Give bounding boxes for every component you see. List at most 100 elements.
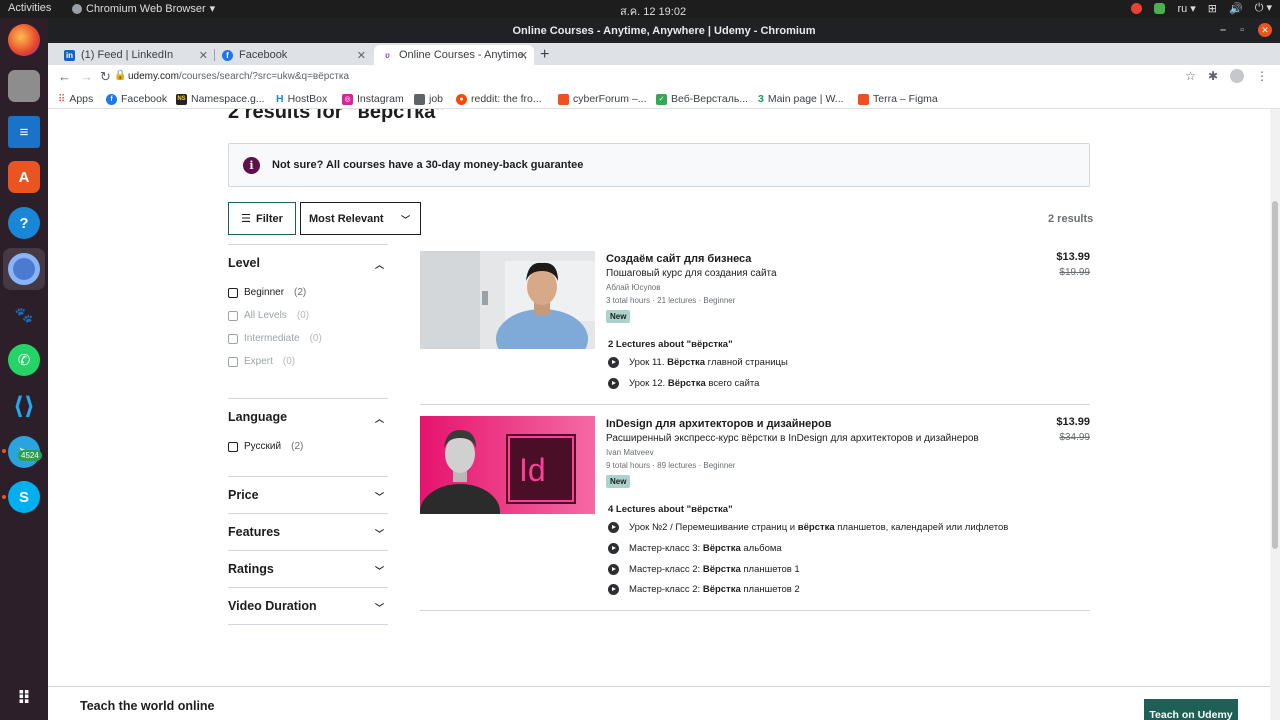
lecture-item[interactable]: Урок 12. Вёрстка всего сайта [608,378,759,389]
filter-video-duration[interactable]: Video Duration ﹀ [228,587,388,625]
tab-linkedin[interactable]: in (1) Feed | LinkedIn ✕ [56,45,215,65]
bookmark-hostbox[interactable]: H HostBox [276,93,327,105]
divider [420,610,1090,611]
lectures-header: 4 Lectures about "вёрстка" [608,504,733,515]
writer-icon[interactable]: ≡ [8,116,40,148]
bookmark-reddit[interactable]: ● reddit: the fro... [456,93,542,105]
course-old-price: $19.99 [1059,267,1090,278]
close-window-icon[interactable]: ✕ [1258,23,1272,37]
teach-on-udemy-button[interactable]: Teach on Udemy [1144,699,1238,720]
filter-features[interactable]: Features ﹀ [228,513,388,550]
language-option-russian[interactable]: Русский (2) [228,435,388,458]
extensions-icon[interactable]: ✱ [1208,69,1218,83]
filter-ratings[interactable]: Ratings ﹀ [228,550,388,587]
firefox-icon[interactable] [8,24,40,56]
bookmark-job[interactable]: job [414,93,443,105]
network-icon[interactable]: ⊞ [1208,2,1217,15]
files-icon[interactable] [8,70,40,102]
linkedin-icon: in [64,49,75,61]
show-apps-icon[interactable]: ⠿ [8,682,40,714]
close-tab-icon[interactable]: ✕ [519,49,528,62]
play-icon [608,378,619,389]
software-icon[interactable]: A [8,161,40,193]
minimize-icon[interactable]: – [1220,24,1226,36]
lecture-item[interactable]: Мастер-класс 2: Вёрстка планшетов 2 [608,584,800,595]
filter-language-toggle[interactable]: Language ︿ [228,399,388,435]
tab-label: Facebook [239,49,288,61]
folder-icon [414,93,425,105]
whatsapp-icon[interactable]: ✆ [8,344,40,376]
filter-button[interactable]: ☰ Filter [228,202,296,235]
course-title[interactable]: Создаём сайт для бизнеса [606,253,751,265]
bookmark-star-icon[interactable]: ☆ [1185,69,1196,83]
skype-icon[interactable]: S [8,481,40,513]
checkbox[interactable] [228,441,238,452]
chromium-dock-icon[interactable] [8,253,40,285]
course-thumbnail[interactable]: Id [420,416,595,514]
filter-price[interactable]: Price ﹀ [228,476,388,513]
verstal-icon: ✓ [656,93,667,105]
scrollbar-thumb[interactable] [1272,201,1278,549]
bookmark-web-verstal[interactable]: ✓ Веб-Версталь... [656,93,748,105]
back-icon[interactable]: ← [58,69,71,84]
forward-icon[interactable]: → [80,69,93,84]
apps-grid-icon: ⠿ [58,93,66,105]
lecture-item[interactable]: Мастер-класс 3: Вёрстка альбома [608,543,782,554]
course-thumbnail[interactable] [420,251,595,349]
filter-level-toggle[interactable]: Level ︿ [228,245,388,281]
language-indicator[interactable]: ru ▾ [1177,2,1195,15]
notice-text: Not sure? All courses have a 30-day mone… [272,159,584,171]
address-bar[interactable]: udemy.com/courses/search/?src=ukw&q=вёрс… [128,71,349,82]
checkbox[interactable] [228,287,238,298]
course-card[interactable]: Id InDesign для архитекторов и дизайнеро… [420,416,1090,616]
close-tab-icon[interactable]: ✕ [357,49,366,62]
bookmarks-bar: ⠿ Apps f Facebook NS Namespace.g... H HostBo… [48,89,1280,109]
facebook-icon: f [222,49,233,61]
lock-icon[interactable]: 🔒 [114,70,126,81]
volume-icon[interactable]: 🔊 [1229,2,1243,15]
lecture-item[interactable]: Урок 11. Вёрстка главной страницы [608,357,788,368]
app-menu[interactable]: Chromium Web Browser ▾ [72,2,215,15]
tab-label: Online Courses - Anytime, [399,49,527,61]
tab-udemy[interactable]: ʋ Online Courses - Anytime, ✕ [374,45,534,65]
filter-level: Level ︿ Beginner (2) All Levels (0) Interme… [228,244,388,390]
lecture-item[interactable]: Урок №2 / Перемешивание страниц и вёрстк… [608,522,1008,533]
vscode-icon[interactable]: ⟨⟩ [8,390,40,422]
chevron-down-icon: ﹀ [374,529,384,539]
bookmark-instagram[interactable]: ◎ Instagram [342,93,404,105]
bookmark-namespace[interactable]: NS Namespace.g... [176,93,265,105]
bookmark-apps[interactable]: ⠿ Apps [58,93,93,105]
checkbox [228,333,238,344]
reload-icon[interactable]: ↻ [100,69,111,85]
course-meta: 9 total hours · 89 lectures · Beginner [606,461,736,470]
profile-avatar[interactable] [1230,69,1244,83]
help-icon[interactable]: ? [8,207,40,239]
menu-icon[interactable]: ⋮ [1256,69,1268,83]
gimp-icon[interactable]: 🐾 [8,299,40,331]
close-tab-icon[interactable]: ✕ [199,49,208,62]
filter-language: Language ︿ Русский (2) [228,398,388,476]
tab-facebook[interactable]: f Facebook ✕ [214,45,372,65]
activities-button[interactable]: Activities [8,2,51,14]
sort-select[interactable]: Most Relevant ﹀ [300,202,421,235]
bookmark-main-page[interactable]: 3 Main page | W... [758,93,844,105]
chrome-tray-icon[interactable] [1131,2,1143,14]
bookmark-cyberforum[interactable]: cyberForum –... [558,93,647,105]
maximize-icon[interactable]: ▫ [1240,24,1244,36]
new-tab-button[interactable]: + [540,46,549,64]
telegram-badge: 4524 [18,450,42,461]
namespace-icon: NS [176,93,187,105]
level-option-beginner[interactable]: Beginner (2) [228,281,388,304]
bookmark-terra-figma[interactable]: Terra – Figma [858,93,938,105]
course-card[interactable]: Создаём сайт для бизнеса Пошаговый курс … [420,251,1090,411]
course-title[interactable]: InDesign для архитекторов и дизайнеров [606,418,831,430]
page-scrollbar[interactable] [1270,109,1280,720]
lecture-item[interactable]: Мастер-класс 2: Вёрстка планшетов 1 [608,564,800,575]
results-count: 2 results [1048,213,1094,225]
power-icon[interactable]: ⏻ ▾ [1255,1,1272,15]
main-page-icon: 3 [758,93,764,105]
bookmark-facebook[interactable]: f Facebook [106,93,167,105]
play-icon [608,584,619,595]
divider [420,404,1090,405]
shield-tray-icon[interactable] [1154,2,1166,14]
